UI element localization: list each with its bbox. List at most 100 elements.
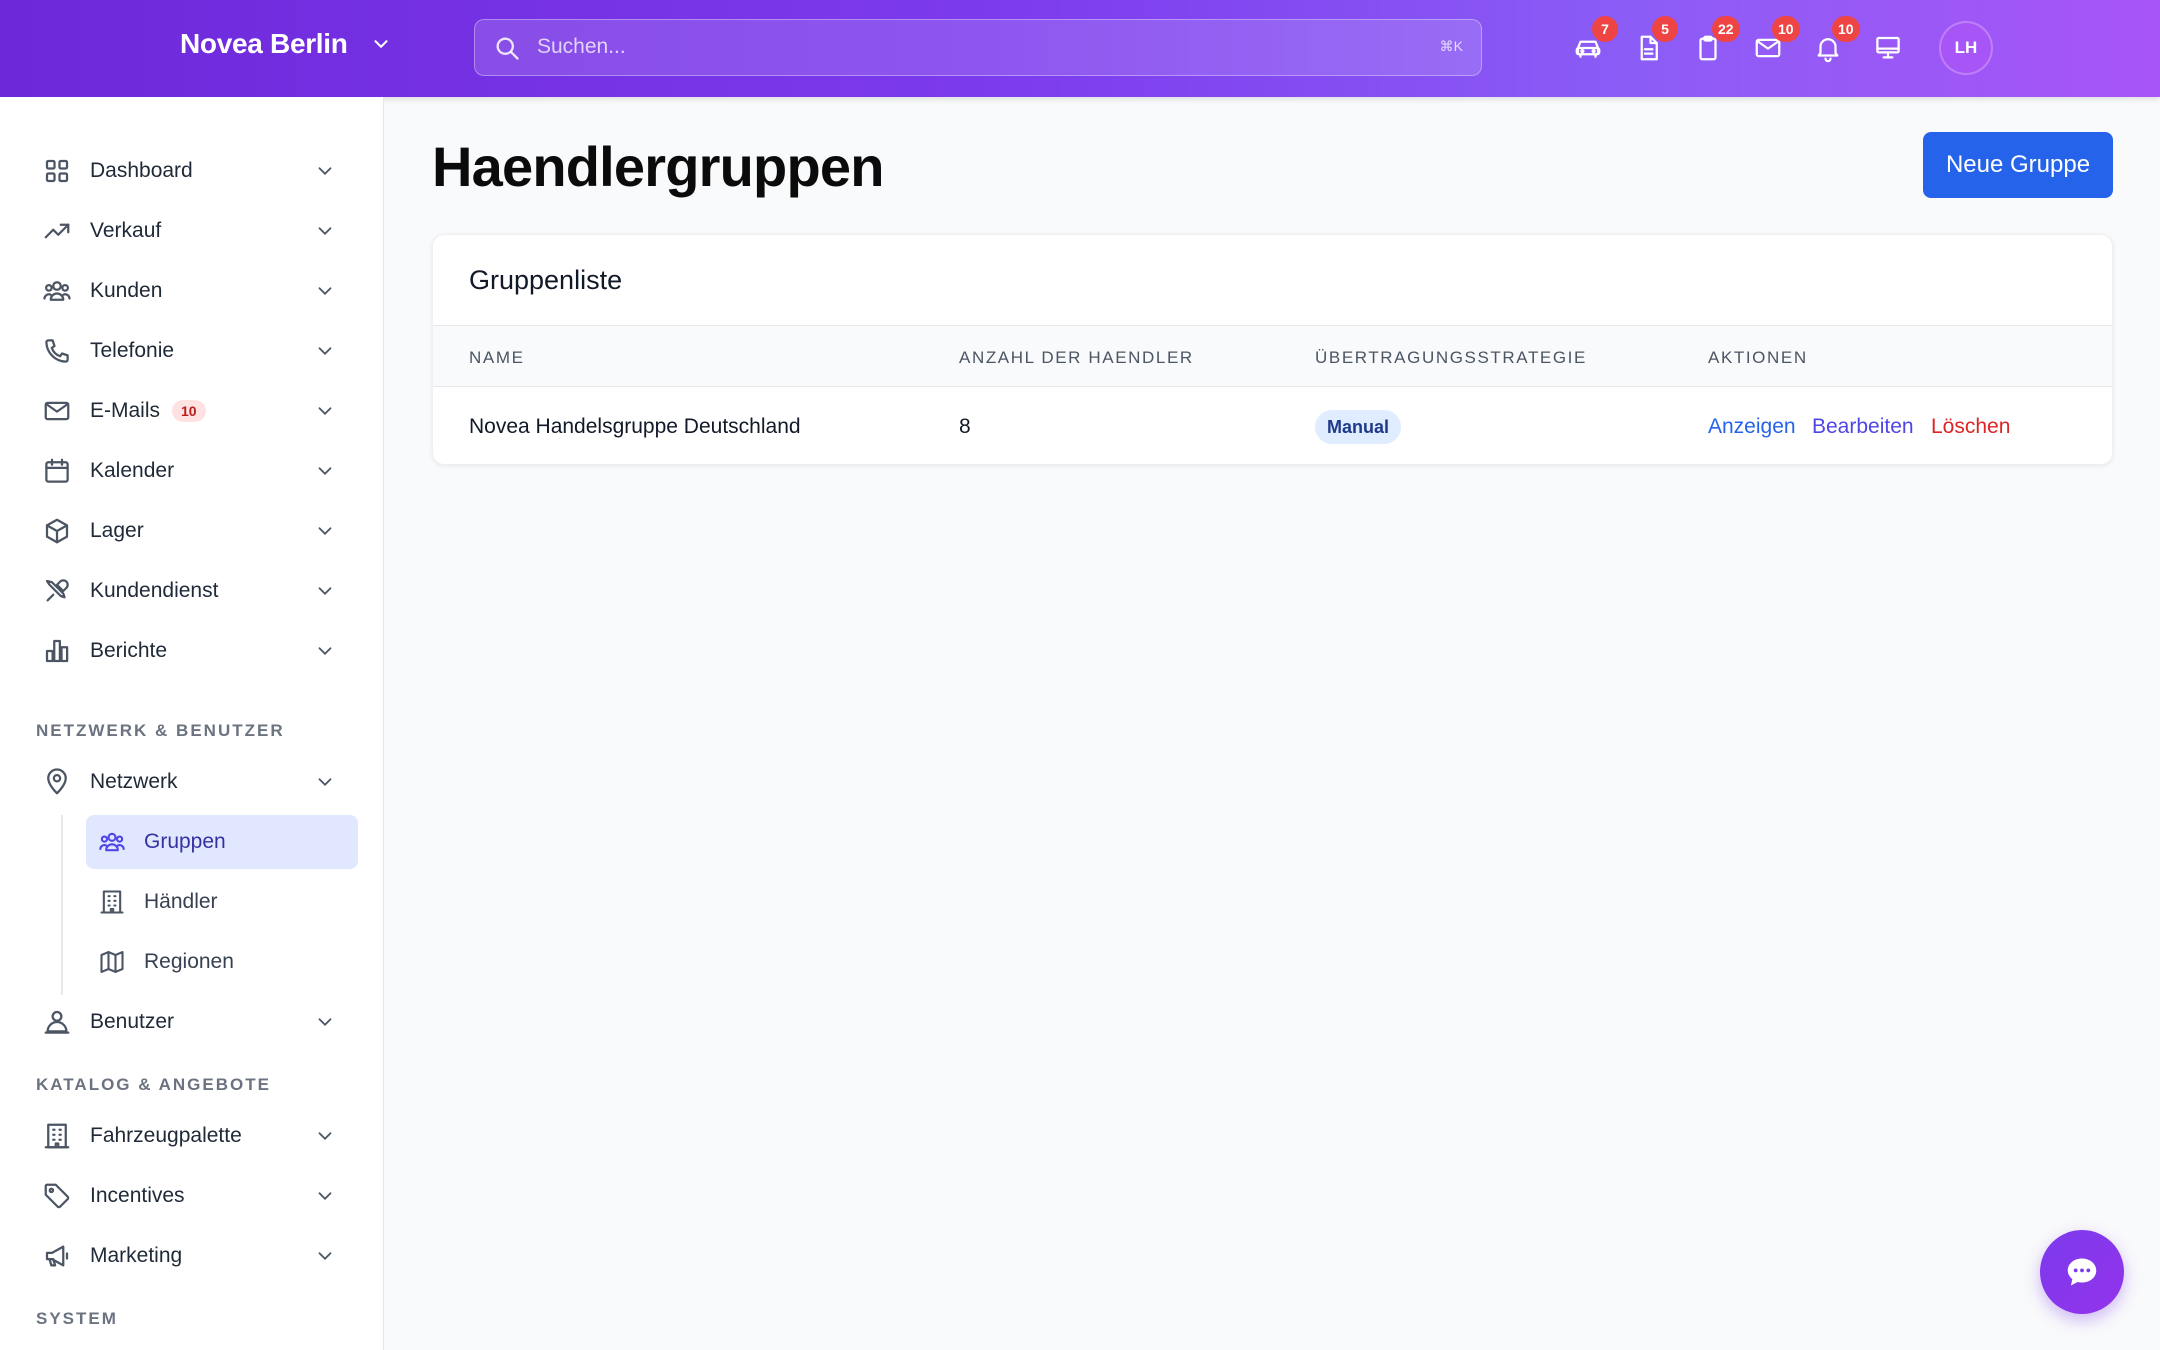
sidebar-subitem-label: Gruppen [144,830,226,853]
new-group-button[interactable]: Neue Gruppe [1923,132,2113,198]
delete-link[interactable]: Löschen [1931,415,2010,439]
phone-icon [45,339,69,363]
search-icon [496,37,519,60]
page-title: Haendlergruppen [432,135,884,198]
chat-bubble-icon [2067,1258,2097,1286]
sidebar-item-verkauf[interactable]: Verkauf [36,204,356,258]
dealer-count-cell: 8 [959,415,971,438]
section-title-system: SYSTEM [36,1309,118,1328]
chevron-down-icon [374,40,388,48]
sidebar-item-marketing[interactable]: Marketing [36,1229,356,1283]
sidebar-item-label: Kalender [90,459,175,482]
notifications-button[interactable]: 10 [1810,16,1860,72]
sidebar-item-benutzer[interactable]: Benutzer [36,995,356,1049]
sidebar-item-incentives[interactable]: Incentives [36,1169,356,1223]
emails-badge: 10 [172,400,206,422]
group-name-cell: Novea Handelsgruppe Deutschland [469,415,801,438]
calendar-icon [45,458,69,483]
brand-name: Novea Berlin [180,28,348,59]
chevron-down-icon [318,587,332,596]
sidebar-item-label: Telefonie [90,339,175,362]
monitor-icon [1876,36,1900,59]
sidebar-item-lager[interactable]: Lager [36,504,356,558]
sidebar-subitem-label: Händler [144,890,218,913]
top-bar: Novea Berlin ⌘K 7 5 22 10 10 [0,0,2160,97]
users-icon [43,281,71,301]
sidebar-item-label: Kunden [90,279,163,302]
building-icon [44,1123,70,1149]
chevron-down-icon [318,167,332,176]
chevron-down-icon [318,527,332,536]
chevron-down-icon [318,1252,332,1261]
search-bar[interactable]: ⌘K [474,19,1482,76]
chevron-down-icon [318,1018,332,1027]
map-pin-icon [47,768,67,795]
chevron-down-icon [318,647,332,656]
sidebar-item-label: Berichte [90,639,168,662]
sidebar-item-emails[interactable]: E-Mails 10 [36,384,356,438]
chevron-down-icon [318,1132,332,1141]
documents-button[interactable]: 5 [1630,16,1678,72]
users-icon [99,832,125,852]
section-title-network: NETZWERK & BENUTZER [36,721,285,740]
sidebar-item-berichte[interactable]: Berichte [36,624,356,678]
bell-badge: 10 [1832,16,1860,42]
mail-button[interactable]: 10 [1750,16,1800,72]
clipboard-badge: 22 [1712,16,1740,42]
chevron-down-icon [318,347,332,356]
column-header-actions: AKTIONEN [1708,348,1808,367]
sidebar-subitem-gruppen[interactable]: Gruppen [86,815,358,869]
chevron-down-icon [318,407,332,416]
car-button[interactable]: 7 [1570,16,1618,72]
chevron-down-icon [318,467,332,476]
table-header: NAME ANZAHL DER HAENDLER ÜBERTRAGUNGSSTR… [433,325,2112,387]
megaphone-icon [45,1245,69,1267]
trending-up-icon [44,223,70,239]
sidebar-item-label: Dashboard [90,159,193,182]
sidebar-item-label: Benutzer [90,1010,175,1033]
sidebar-item-label: Marketing [90,1244,183,1267]
sidebar: Dashboard Verkauf Kunden Telefonie E-Mai… [0,97,384,1350]
tag-icon [44,1183,70,1209]
submenu-guide-line [61,815,63,995]
sidebar-item-label: Fahrzeugpalette [90,1124,242,1147]
view-link[interactable]: Anzeigen [1708,415,1796,439]
sidebar-item-label: E-Mails [90,399,161,422]
mail-icon [44,401,70,421]
sidebar-item-label: Kundendienst [90,579,219,602]
edit-link[interactable]: Bearbeiten [1812,415,1914,439]
chevron-down-icon [318,1192,332,1201]
document-badge: 5 [1652,16,1678,42]
sidebar-item-label: Netzwerk [90,770,178,793]
chevron-down-icon [318,778,332,787]
tasks-button[interactable]: 22 [1690,16,1740,72]
sidebar-item-telefonie[interactable]: Telefonie [36,324,356,378]
search-input[interactable] [537,20,1397,74]
sidebar-subitem-regionen[interactable]: Regionen [86,935,358,989]
sidebar-item-kalender[interactable]: Kalender [36,444,356,498]
chevron-down-icon [318,227,332,236]
brand-switcher[interactable]: Novea Berlin [180,28,392,60]
sidebar-subitem-haendler[interactable]: Händler [86,875,358,929]
sidebar-item-kundendienst[interactable]: Kundendienst [36,564,356,618]
sidebar-item-dashboard[interactable]: Dashboard [36,144,356,198]
mail-badge: 10 [1772,16,1800,42]
display-button[interactable] [1870,24,1906,72]
chat-button[interactable] [2040,1230,2124,1314]
column-header-name[interactable]: NAME [469,348,525,368]
sidebar-item-kunden[interactable]: Kunden [36,264,356,318]
box-icon [45,518,69,544]
car-badge: 7 [1592,16,1618,42]
map-icon [100,951,124,973]
building-icon [100,890,124,914]
column-header-strategy[interactable]: ÜBERTRAGUNGSSTRATEGIE [1315,348,1587,368]
user-avatar[interactable]: LH [1939,21,1993,75]
sidebar-item-netzwerk[interactable]: Netzwerk [36,755,356,809]
sidebar-item-fahrzeugpalette[interactable]: Fahrzeugpalette [36,1109,356,1163]
user-icon [44,1010,70,1034]
card-title: Gruppenliste [469,265,623,295]
column-header-count[interactable]: ANZAHL DER HAENDLER [959,348,1194,368]
sidebar-item-label: Lager [90,519,144,542]
bar-chart-icon [45,639,69,663]
sidebar-subitem-label: Regionen [144,950,234,973]
